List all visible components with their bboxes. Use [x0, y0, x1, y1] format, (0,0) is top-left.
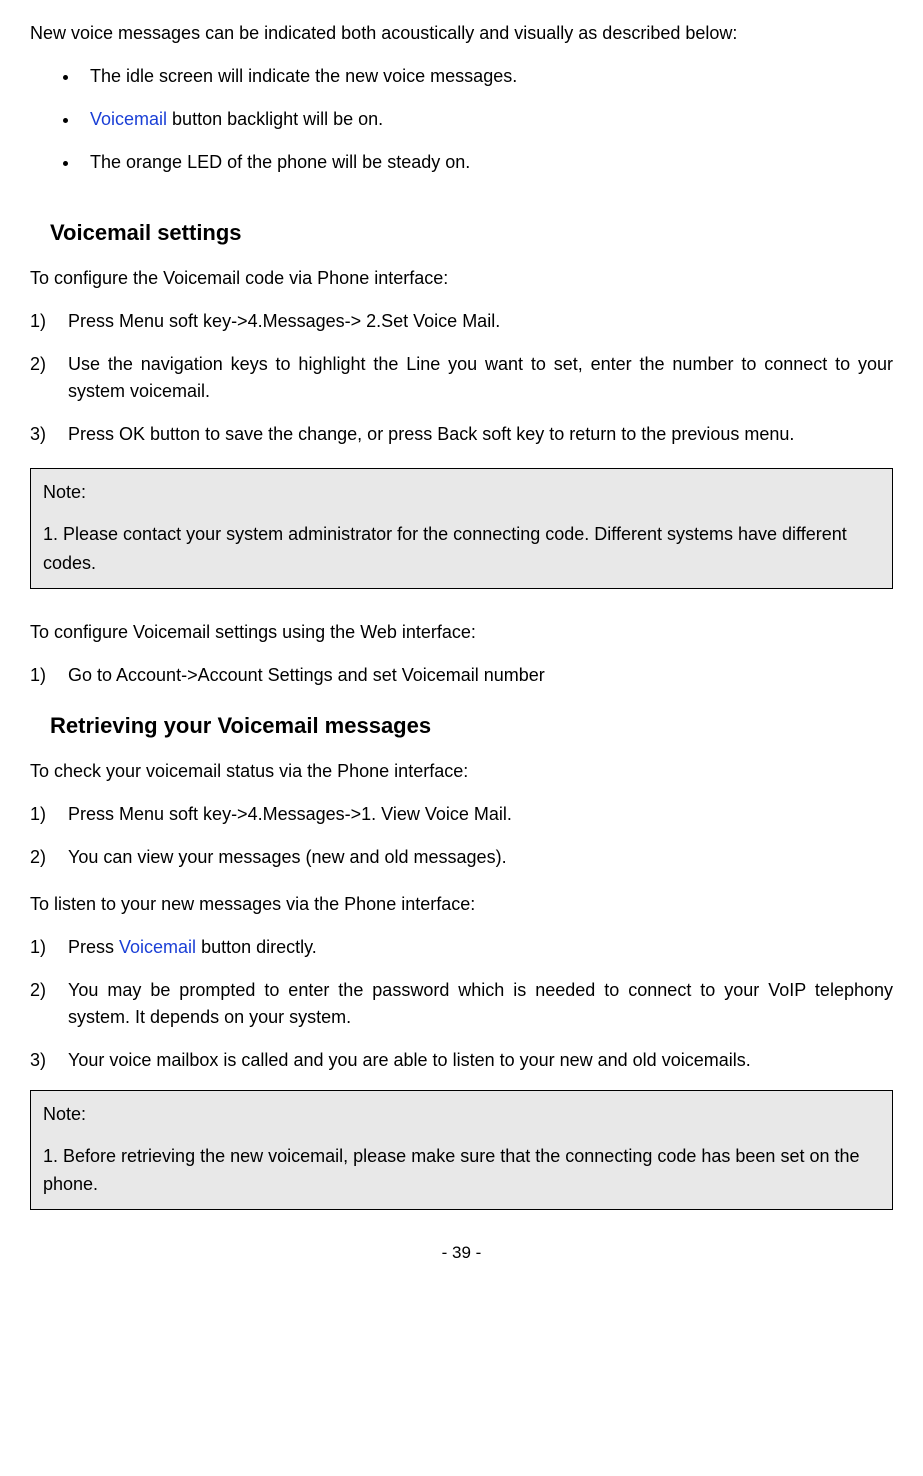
list-item: 2)You may be prompted to enter the passw…: [30, 977, 893, 1031]
list-marker: 2): [30, 351, 68, 378]
bullet-text: button backlight will be on.: [167, 109, 383, 129]
note-body: 1. Please contact your system administra…: [43, 520, 880, 578]
web-intro: To configure Voicemail settings using th…: [30, 619, 893, 646]
bullet-item: The idle screen will indicate the new vo…: [80, 63, 893, 90]
list-marker: 3): [30, 421, 68, 448]
intro-text: New voice messages can be indicated both…: [30, 20, 893, 47]
section2-introA: To check your voicemail status via the P…: [30, 758, 893, 785]
list-marker: 1): [30, 801, 68, 828]
section2-introB: To listen to your new messages via the P…: [30, 891, 893, 918]
list-item: 3)Your voice mailbox is called and you a…: [30, 1047, 893, 1074]
list-item: 3)Press OK button to save the change, or…: [30, 421, 893, 448]
list-item: 1)Press Menu soft key->4.Messages->1. Vi…: [30, 801, 893, 828]
list-item: 1)Go to Account->Account Settings and se…: [30, 662, 893, 689]
list-text: Go to Account->Account Settings and set …: [68, 665, 545, 685]
bullet-item: Voicemail button backlight will be on.: [80, 106, 893, 133]
voicemail-term: Voicemail: [90, 109, 167, 129]
list-text: Press: [68, 937, 119, 957]
note-label: Note:: [43, 1101, 880, 1128]
list-marker: 3): [30, 1047, 68, 1074]
section2-listen-steps: 1)Press Voicemail button directly. 2)You…: [30, 934, 893, 1074]
list-item: 1)Press Voicemail button directly.: [30, 934, 893, 961]
list-text: button directly.: [196, 937, 317, 957]
list-text: Press OK button to save the change, or p…: [68, 424, 794, 444]
voicemail-term: Voicemail: [119, 937, 196, 957]
list-marker: 2): [30, 844, 68, 871]
note-box-1: Note: 1. Please contact your system admi…: [30, 468, 893, 589]
page-number: - 39 -: [30, 1240, 893, 1266]
list-text: Your voice mailbox is called and you are…: [68, 1050, 751, 1070]
indicator-bullet-list: The idle screen will indicate the new vo…: [30, 63, 893, 176]
section-heading-retrieving: Retrieving your Voicemail messages: [50, 709, 893, 742]
section2-check-steps: 1)Press Menu soft key->4.Messages->1. Vi…: [30, 801, 893, 871]
section1-steps: 1)Press Menu soft key->4.Messages-> 2.Se…: [30, 308, 893, 448]
list-text: Press Menu soft key->4.Messages-> 2.Set …: [68, 311, 500, 331]
list-item: 1)Press Menu soft key->4.Messages-> 2.Se…: [30, 308, 893, 335]
list-item: 2)You can view your messages (new and ol…: [30, 844, 893, 871]
note-label: Note:: [43, 479, 880, 506]
list-marker: 1): [30, 662, 68, 689]
note-body: 1. Before retrieving the new voicemail, …: [43, 1142, 880, 1200]
note-box-2: Note: 1. Before retrieving the new voice…: [30, 1090, 893, 1211]
list-text: You can view your messages (new and old …: [68, 847, 507, 867]
list-marker: 2): [30, 977, 68, 1004]
section1-intro: To configure the Voicemail code via Phon…: [30, 265, 893, 292]
list-item: 2)Use the navigation keys to highlight t…: [30, 351, 893, 405]
list-text: You may be prompted to enter the passwor…: [68, 980, 893, 1027]
list-marker: 1): [30, 308, 68, 335]
bullet-item: The orange LED of the phone will be stea…: [80, 149, 893, 176]
list-marker: 1): [30, 934, 68, 961]
list-text: Use the navigation keys to highlight the…: [68, 354, 893, 401]
list-text: Press Menu soft key->4.Messages->1. View…: [68, 804, 512, 824]
section-heading-voicemail-settings: Voicemail settings: [50, 216, 893, 249]
web-steps: 1)Go to Account->Account Settings and se…: [30, 662, 893, 689]
